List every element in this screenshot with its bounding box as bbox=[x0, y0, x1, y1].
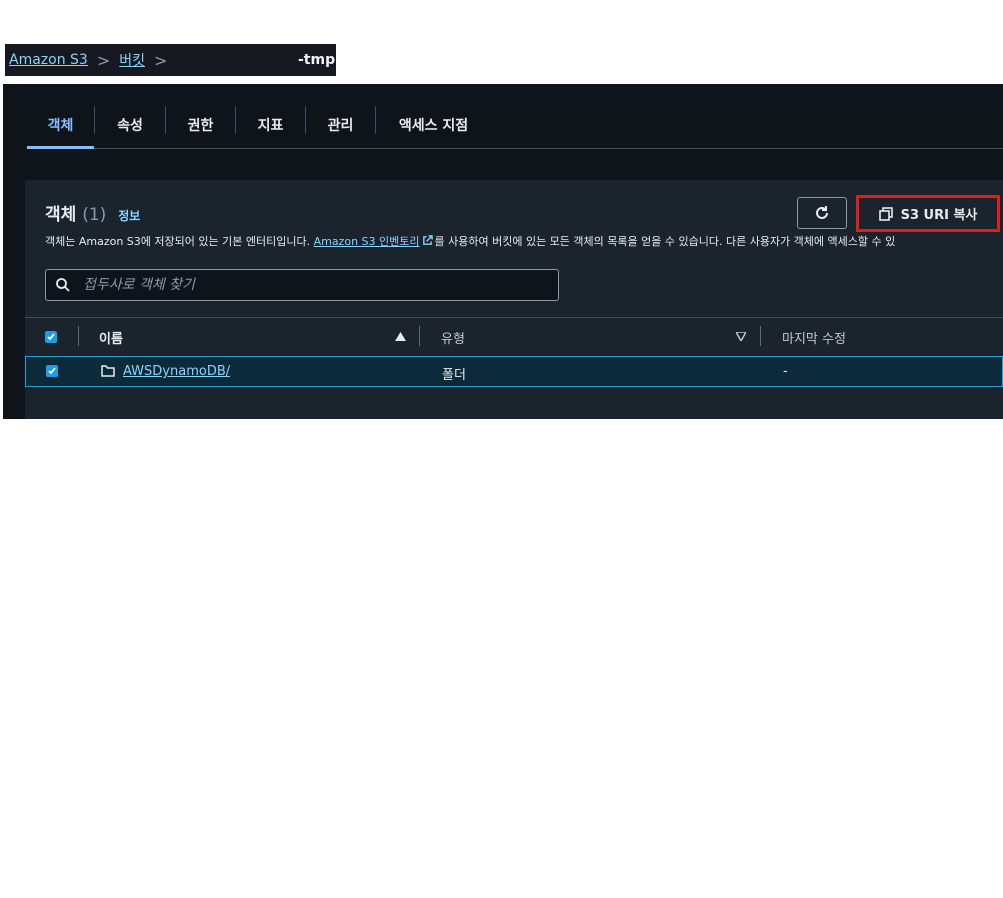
table-row[interactable]: AWSDynamoDB/ 폴더 - bbox=[25, 356, 1003, 387]
search-icon bbox=[56, 278, 70, 292]
column-divider bbox=[78, 326, 79, 346]
object-type: 폴더 bbox=[442, 368, 466, 383]
column-divider bbox=[760, 326, 761, 346]
refresh-icon bbox=[816, 206, 828, 219]
external-link-icon bbox=[422, 235, 433, 245]
column-header-type[interactable]: 유형 bbox=[441, 328, 465, 347]
breadcrumb-current-bucket: -tmp bbox=[298, 52, 336, 68]
column-header-last-modified[interactable]: 마지막 수정 bbox=[782, 328, 846, 347]
row-checkbox[interactable] bbox=[46, 365, 58, 377]
tab-objects[interactable]: 객체 bbox=[27, 104, 94, 149]
objects-description: 객체는 Amazon S3에 저장되어 있는 기본 엔터티입니다. Amazon… bbox=[45, 233, 895, 249]
breadcrumb-buckets[interactable]: 버킷 bbox=[119, 50, 145, 70]
chevron-right-icon: > bbox=[96, 50, 111, 70]
folder-icon bbox=[101, 365, 115, 377]
tab-metrics[interactable]: 지표 bbox=[236, 104, 305, 146]
check-icon bbox=[48, 367, 56, 375]
object-last-modified: - bbox=[783, 364, 788, 379]
breadcrumb-amazon-s3[interactable]: Amazon S3 bbox=[9, 52, 88, 68]
objects-title: 객체 bbox=[45, 205, 77, 225]
objects-heading: 객체 (1) 정보 bbox=[45, 200, 140, 225]
tab-permissions[interactable]: 권한 bbox=[166, 104, 235, 146]
description-text-rest: 를 사용하여 버킷에 있는 모든 객체의 목록을 얻을 수 있습니다. 다른 사… bbox=[434, 235, 896, 248]
copy-s3-uri-button[interactable]: S3 URI 복사 bbox=[856, 195, 1000, 232]
copy-s3-uri-label: S3 URI 복사 bbox=[900, 208, 978, 223]
tab-bar: 객체 속성 권한 지표 관리 액세스 지점 bbox=[27, 104, 1003, 149]
breadcrumb: Amazon S3 > 버킷 > -tmp bbox=[5, 44, 336, 76]
bucket-panel: 객체 속성 권한 지표 관리 액세스 지점 객체 (1) 정보 S3 URI 복… bbox=[3, 84, 1003, 419]
objects-card: 객체 (1) 정보 S3 URI 복사 객체는 Amazon S3에 저장되어 … bbox=[25, 180, 1003, 419]
column-header-name[interactable]: 이름 bbox=[99, 328, 123, 347]
check-icon bbox=[47, 333, 55, 341]
object-name-link[interactable]: AWSDynamoDB/ bbox=[123, 364, 230, 379]
description-text: 객체는 Amazon S3에 저장되어 있는 기본 엔터티입니다. bbox=[45, 235, 314, 248]
objects-count: (1) bbox=[82, 205, 107, 225]
inventory-link[interactable]: Amazon S3 인벤토리 bbox=[314, 235, 420, 248]
refresh-button[interactable] bbox=[797, 197, 847, 229]
column-divider bbox=[419, 326, 420, 346]
chevron-right-icon: > bbox=[154, 50, 168, 70]
tab-access-points[interactable]: 액세스 지점 bbox=[376, 104, 491, 146]
sort-descending-icon[interactable] bbox=[736, 332, 746, 341]
table-header: 이름 유형 마지막 수정 bbox=[25, 317, 1003, 354]
sort-ascending-icon[interactable] bbox=[395, 332, 406, 341]
search-box bbox=[45, 269, 559, 301]
tab-properties[interactable]: 속성 bbox=[95, 104, 165, 146]
copy-icon bbox=[878, 206, 893, 221]
select-all-checkbox[interactable] bbox=[45, 331, 57, 343]
info-link[interactable]: 정보 bbox=[118, 209, 140, 223]
tab-management[interactable]: 관리 bbox=[306, 104, 375, 146]
search-input[interactable] bbox=[81, 276, 545, 294]
